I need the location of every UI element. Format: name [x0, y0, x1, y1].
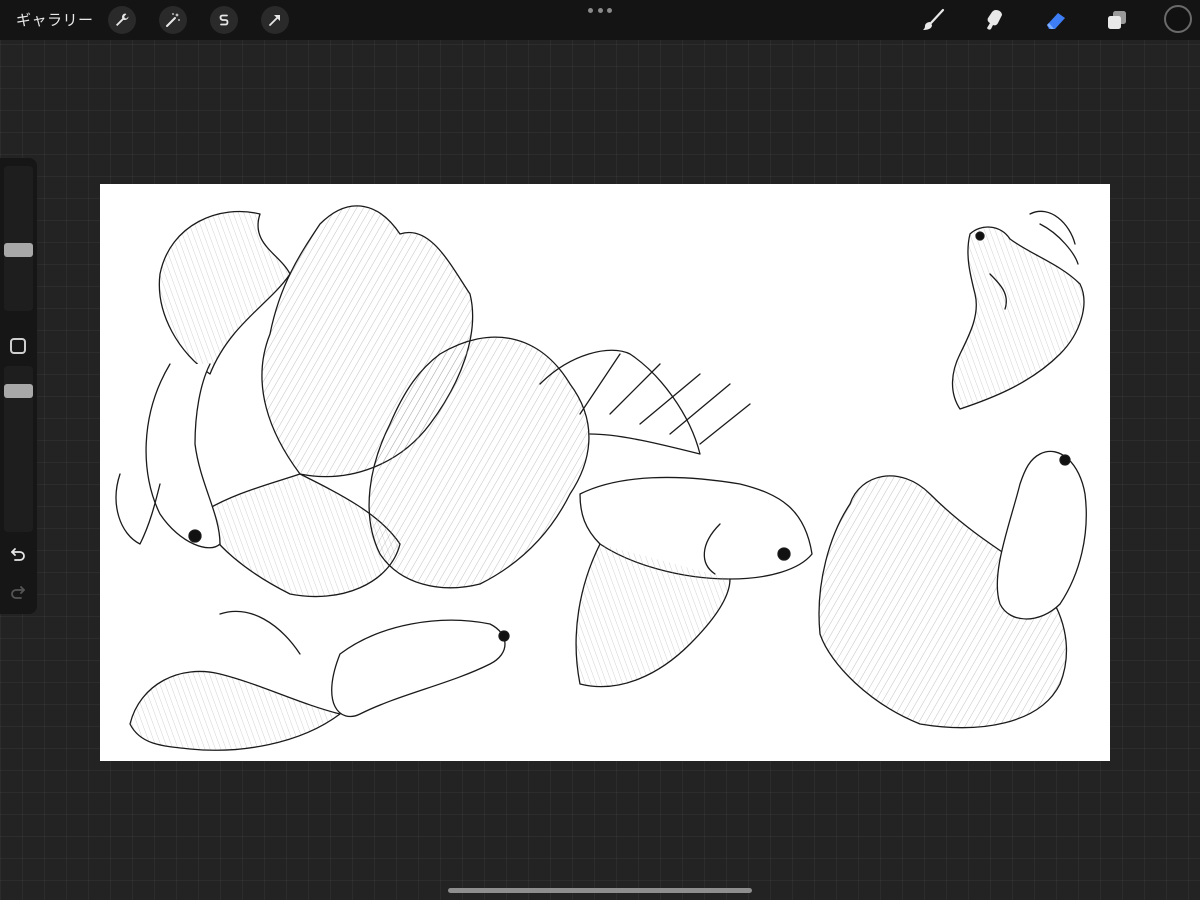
smudge-icon: [987, 10, 1002, 30]
brush-icon: [923, 8, 945, 30]
modify-button[interactable]: [10, 338, 26, 354]
opacity-thumb[interactable]: [4, 384, 33, 398]
gallery-button[interactable]: ギャラリー: [16, 9, 94, 30]
left-sidebar: [0, 158, 37, 614]
adjustments-button[interactable]: [159, 6, 187, 34]
redo-button[interactable]: [8, 582, 28, 602]
top-toolbar: ギャラリー: [0, 0, 1200, 40]
smudge-tool-button[interactable]: [979, 5, 1009, 35]
undo-icon: [11, 548, 25, 561]
wrench-icon: [116, 13, 129, 26]
redo-icon: [11, 586, 25, 599]
brush-tool-button[interactable]: [918, 5, 948, 35]
undo-button[interactable]: [8, 544, 28, 564]
transform-arrow-icon: [269, 15, 280, 26]
dot: [607, 7, 612, 13]
brush-size-slider[interactable]: [4, 166, 33, 311]
magic-wand-icon: [166, 13, 180, 27]
dot: [588, 7, 593, 13]
eraser-icon: [1047, 13, 1065, 29]
selection-button[interactable]: [210, 6, 238, 34]
betta-fish-artwork: [115, 205, 1087, 751]
home-indicator: [448, 888, 752, 893]
actions-button[interactable]: [108, 6, 136, 34]
layers-button[interactable]: [1102, 5, 1132, 35]
eraser-tool-button[interactable]: [1041, 5, 1071, 35]
selection-s-icon: [219, 14, 229, 26]
brush-size-thumb[interactable]: [4, 243, 33, 257]
transform-button[interactable]: [261, 6, 289, 34]
opacity-slider[interactable]: [4, 366, 33, 532]
more-options-dots[interactable]: [588, 4, 612, 16]
layers-icon: [1108, 11, 1126, 29]
dot: [597, 7, 603, 13]
color-picker-button[interactable]: [1164, 5, 1192, 33]
drawing-canvas[interactable]: [100, 184, 1110, 761]
